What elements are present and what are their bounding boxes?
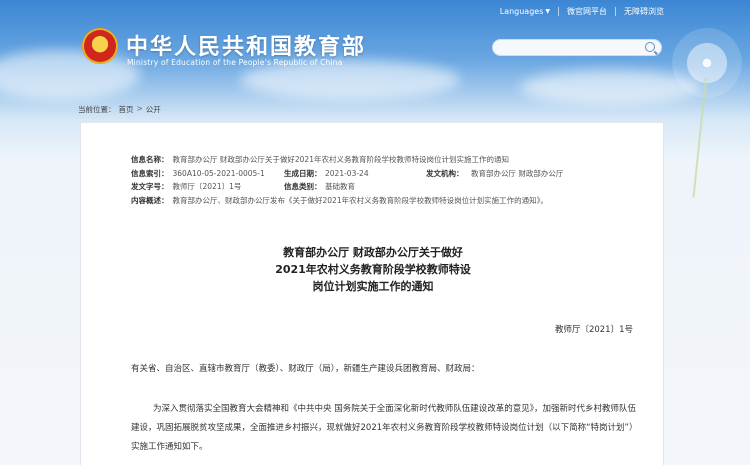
search-box — [492, 39, 662, 60]
document-title: 教育部办公厅 财政部办公厅关于做好 2021年农村义务教育阶段学校教师特设 岗位… — [81, 244, 665, 295]
meta-label: 发文字号： — [131, 182, 169, 192]
meta-label: 信息索引： — [131, 168, 169, 178]
document-number: 教师厅〔2021〕1号 — [554, 325, 633, 335]
divider — [615, 7, 616, 16]
languages-label: Languages — [499, 7, 544, 16]
meta-doc-no: 教师厅〔2021〕1号 — [172, 182, 242, 192]
meta-index: 360A10-05-2021-0005-1 — [172, 168, 265, 178]
meta-table: 信息名称： 教育部办公厅 财政部办公厅关于做好2021年农村义务教育阶段学校教师… — [131, 153, 641, 207]
meta-label: 信息名称： — [131, 155, 169, 165]
meta-gen-date: 2021-03-24 — [325, 168, 369, 178]
divider — [558, 7, 559, 16]
languages-dropdown[interactable]: Languages ▼ — [500, 7, 550, 16]
cloud-decoration — [520, 70, 700, 105]
meta-label: 发文机构： — [426, 168, 464, 178]
search-icon[interactable] — [645, 42, 655, 52]
chevron-down-icon: ▼ — [545, 8, 550, 15]
breadcrumb-public[interactable]: 公开 — [146, 104, 161, 115]
site-title[interactable]: 中华人民共和国教育部 — [126, 29, 366, 61]
meta-category: 基础教育 — [325, 182, 355, 192]
meta-info-name: 教育部办公厅 财政部办公厅关于做好2021年农村义务教育阶段学校教师特设岗位计划… — [172, 155, 509, 165]
breadcrumb-separator: > — [136, 104, 143, 113]
content-panel: 信息名称： 教育部办公厅 财政部办公厅关于做好2021年农村义务教育阶段学校教师… — [80, 122, 664, 465]
dandelion-decoration — [672, 28, 742, 98]
document-addressee: 有关省、自治区、直辖市教育厅（教委）、财政厅（局），新疆生产建设兵团教育局、财政… — [131, 364, 480, 374]
document-title-line: 教育部办公厅 财政部办公厅关于做好 — [283, 246, 463, 259]
document-paragraph: 为深入贯彻落实全国教育大会精神和《中共中央 国务院关于全面深化新时代教师队伍建设… — [131, 404, 636, 452]
document-title-line: 岗位计划实施工作的通知 — [312, 280, 434, 293]
breadcrumb-prefix: 当前位置： — [78, 105, 116, 114]
meta-row-summary: 内容概述： 教育部办公厅、财政部办公厅发布《关于做好2021年农村义务教育阶段学… — [131, 194, 641, 208]
meta-summary: 教育部办公厅、财政部办公厅发布《关于做好2021年农村义务教育阶段学校教师特设岗… — [172, 195, 548, 205]
breadcrumb: 当前位置： 首页 > 公开 — [78, 104, 161, 115]
meta-label: 内容概述： — [131, 195, 169, 205]
link-accessibility[interactable]: 无障碍浏览 — [624, 6, 664, 17]
meta-label: 信息类别： — [284, 182, 322, 192]
meta-row-index: 信息索引： 360A10-05-2021-0005-1 生成日期： 2021-0… — [131, 167, 641, 181]
meta-label: 生成日期： — [284, 168, 322, 178]
document-title-line: 2021年农村义务教育阶段学校教师特设 — [275, 263, 471, 276]
cloud-decoration — [0, 50, 140, 100]
meta-issuer: 教育部办公厅 财政部办公厅 — [471, 168, 564, 178]
breadcrumb-home[interactable]: 首页 — [119, 104, 134, 115]
site-subtitle: Ministry of Education of the People's Re… — [127, 58, 343, 67]
meta-row-info-name: 信息名称： 教育部办公厅 财政部办公厅关于做好2021年农村义务教育阶段学校教师… — [131, 153, 641, 167]
national-emblem-icon[interactable]: ★ — [82, 28, 118, 64]
top-links: Languages ▼ 微官网平台 无障碍浏览 — [500, 6, 664, 17]
search-input[interactable] — [493, 45, 643, 60]
link-mobile-site[interactable]: 微官网平台 — [567, 6, 607, 17]
meta-row-doc-no: 发文字号： 教师厅〔2021〕1号 信息类别： 基础教育 — [131, 180, 641, 194]
